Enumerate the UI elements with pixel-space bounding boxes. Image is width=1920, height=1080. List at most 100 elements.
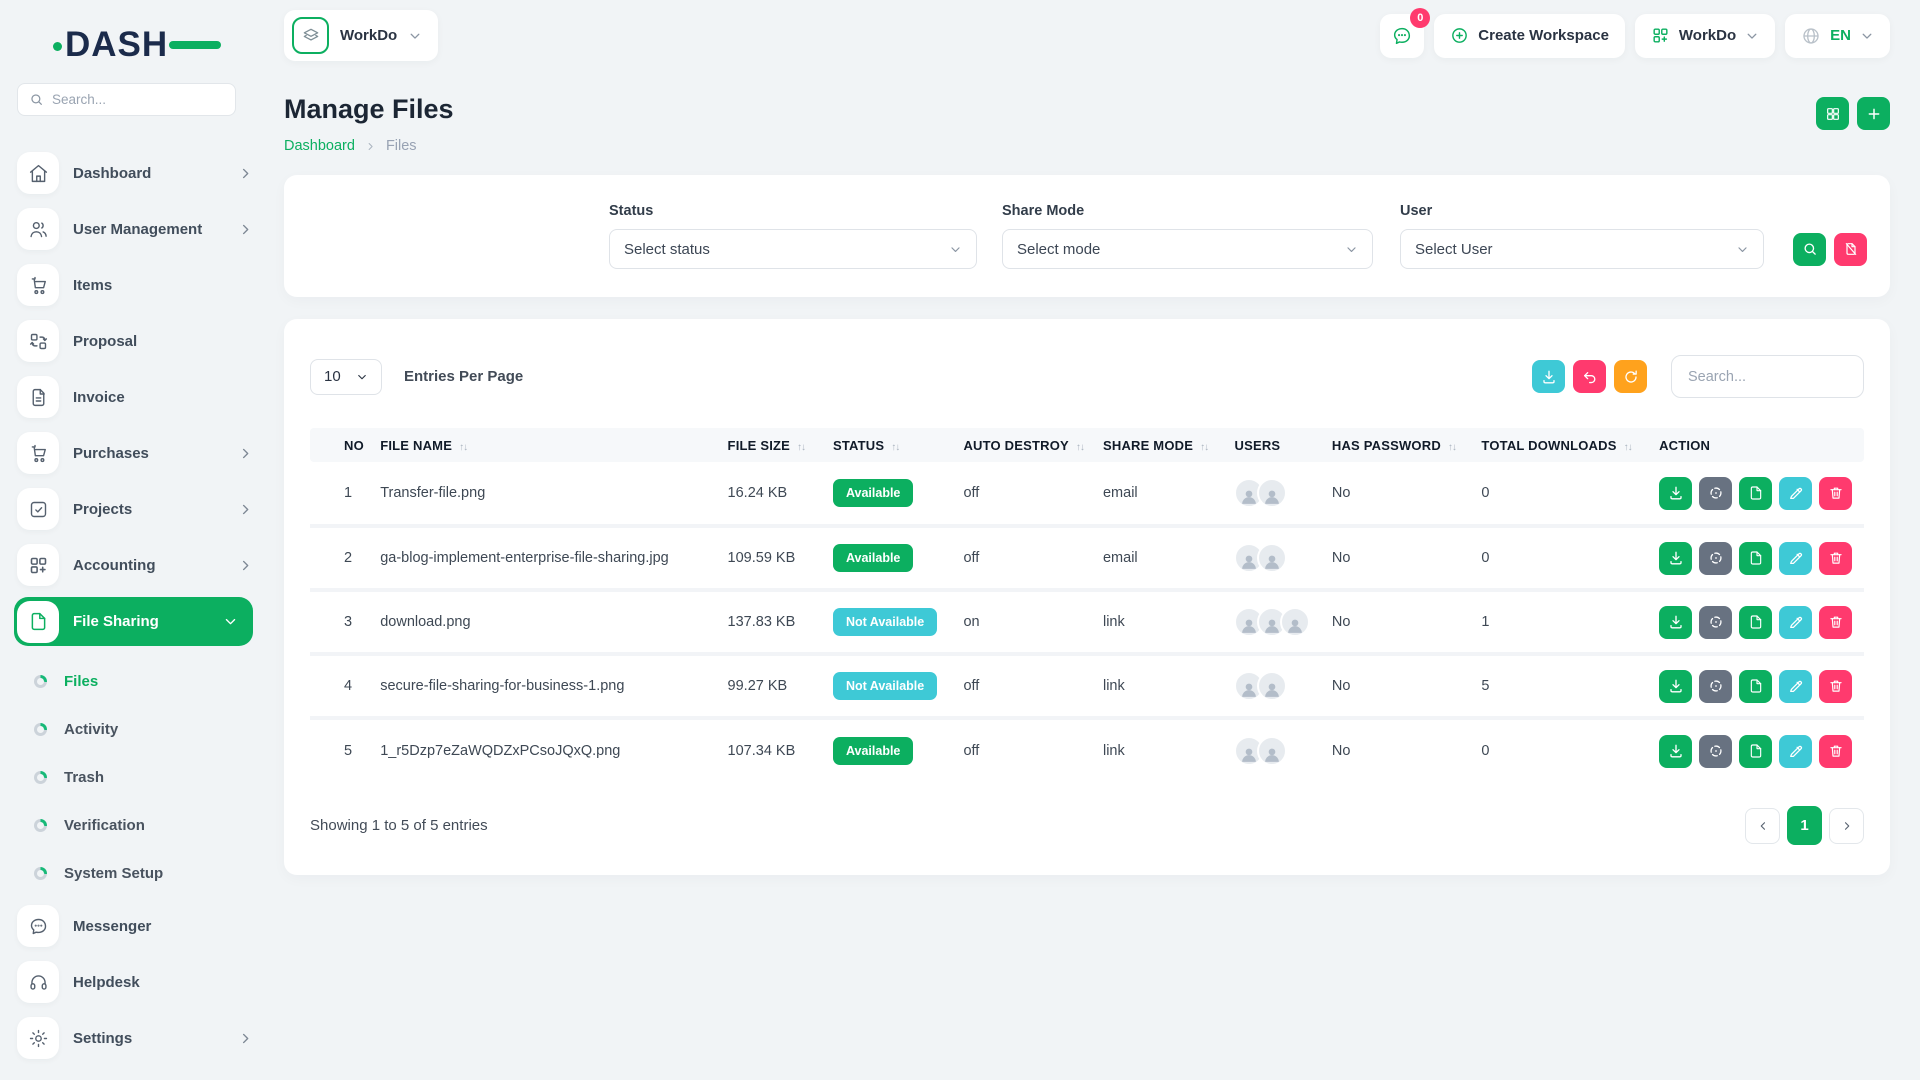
delete-file-button[interactable]: [1819, 735, 1852, 768]
sidebar-search-input[interactable]: [52, 92, 229, 107]
column-header-file-name[interactable]: FILE NAME↑↓: [370, 428, 717, 462]
workspace-selector[interactable]: WorkDo: [284, 10, 438, 61]
file-details-button[interactable]: [1739, 670, 1772, 703]
user-avatars: [1234, 543, 1321, 573]
file-details-button[interactable]: [1739, 735, 1772, 768]
table-footer: Showing 1 to 5 of 5 entries 1: [310, 806, 1864, 845]
file-details-button[interactable]: [1739, 542, 1772, 575]
create-workspace-button[interactable]: Create Workspace: [1434, 14, 1625, 58]
user-avatar: [1257, 543, 1287, 573]
column-header-auto-destroy[interactable]: AUTO DESTROY↑↓: [953, 428, 1093, 462]
chevron-down-icon: [408, 29, 422, 43]
move-file-button[interactable]: [1699, 542, 1732, 575]
file-icon: [17, 601, 59, 643]
chevron-right-icon: [238, 222, 253, 237]
file-details-button[interactable]: [1739, 606, 1772, 639]
chat-count-badge: 0: [1410, 8, 1430, 28]
share-mode: link: [1093, 590, 1225, 654]
move-file-button[interactable]: [1699, 477, 1732, 510]
language-selector[interactable]: EN: [1785, 14, 1890, 58]
sidebar-item-file-sharing[interactable]: File Sharing: [14, 597, 253, 646]
status-badge: Not Available: [833, 608, 937, 636]
user-filter-select[interactable]: Select User: [1400, 229, 1764, 269]
status-badge: Not Available: [833, 672, 937, 700]
share-mode-filter-select[interactable]: Select mode: [1002, 229, 1373, 269]
has-password: No: [1322, 590, 1472, 654]
file-size: 137.83 KB: [718, 590, 823, 654]
brand-logo[interactable]: DASH: [65, 27, 195, 63]
messenger-button[interactable]: 0: [1380, 14, 1424, 58]
share-mode-filter-label: Share Mode: [1002, 203, 1373, 219]
sidebar-subitem-system-setup[interactable]: System Setup: [17, 849, 253, 897]
previous-page-button[interactable]: [1745, 808, 1780, 844]
download-file-button[interactable]: [1659, 606, 1692, 639]
sidebar-item-user-management[interactable]: User Management: [17, 208, 253, 250]
breadcrumb-dashboard-link[interactable]: Dashboard: [284, 138, 355, 154]
move-file-button[interactable]: [1699, 606, 1732, 639]
sidebar-subitem-activity[interactable]: Activity: [17, 705, 253, 753]
download-file-button[interactable]: [1659, 477, 1692, 510]
add-file-button[interactable]: [1857, 97, 1890, 130]
download-file-button[interactable]: [1659, 735, 1692, 768]
sidebar-subitem-verification[interactable]: Verification: [17, 801, 253, 849]
column-header-total-downloads[interactable]: TOTAL DOWNLOADS↑↓: [1471, 428, 1649, 462]
sidebar-item-messenger[interactable]: Messenger: [17, 905, 253, 947]
has-password: No: [1322, 462, 1472, 526]
refresh-button[interactable]: [1614, 360, 1647, 393]
sidebar-subitem-label: Activity: [64, 721, 118, 738]
download-file-button[interactable]: [1659, 670, 1692, 703]
chevron-down-icon: [949, 243, 962, 256]
edit-file-button[interactable]: [1779, 670, 1812, 703]
user-avatar: [1280, 607, 1310, 637]
sidebar-item-dashboard[interactable]: Dashboard: [17, 152, 253, 194]
column-header-file-size[interactable]: FILE SIZE↑↓: [718, 428, 823, 462]
files-table: NOFILE NAME↑↓FILE SIZE↑↓STATUS↑↓AUTO DES…: [310, 428, 1864, 782]
sidebar-item-proposal[interactable]: Proposal: [17, 320, 253, 362]
table-search-input[interactable]: [1671, 355, 1864, 398]
move-file-button[interactable]: [1699, 670, 1732, 703]
next-page-button[interactable]: [1829, 808, 1864, 844]
auto-destroy: off: [953, 462, 1093, 526]
clear-filter-button[interactable]: [1834, 233, 1867, 266]
file-details-button[interactable]: [1739, 477, 1772, 510]
file-size: 109.59 KB: [718, 526, 823, 590]
workdo-menu-button[interactable]: WorkDo: [1635, 14, 1775, 58]
edit-file-button[interactable]: [1779, 477, 1812, 510]
sidebar-item-items[interactable]: Items: [17, 264, 253, 306]
undo-button[interactable]: [1573, 360, 1606, 393]
delete-file-button[interactable]: [1819, 670, 1852, 703]
delete-file-button[interactable]: [1819, 606, 1852, 639]
apply-filter-button[interactable]: [1793, 233, 1826, 266]
share-mode: email: [1093, 462, 1225, 526]
sidebar-subitem-trash[interactable]: Trash: [17, 753, 253, 801]
sidebar-item-invoice[interactable]: Invoice: [17, 376, 253, 418]
sidebar-item-settings[interactable]: Settings: [17, 1017, 253, 1059]
sidebar-item-label: File Sharing: [73, 613, 209, 630]
sidebar-subitem-files[interactable]: Files: [17, 657, 253, 705]
cart-icon: [17, 264, 59, 306]
grid-view-button[interactable]: [1816, 97, 1849, 130]
sidebar-item-label: Accounting: [73, 557, 224, 574]
entries-per-page-select[interactable]: 10: [310, 359, 382, 395]
column-header-has-password[interactable]: HAS PASSWORD↑↓: [1322, 428, 1472, 462]
export-button[interactable]: [1532, 360, 1565, 393]
column-header-status[interactable]: STATUS↑↓: [823, 428, 954, 462]
sidebar-item-helpdesk[interactable]: Helpdesk: [17, 961, 253, 1003]
column-header-share-mode[interactable]: SHARE MODE↑↓: [1093, 428, 1225, 462]
move-file-button[interactable]: [1699, 735, 1732, 768]
sidebar-item-projects[interactable]: Projects: [17, 488, 253, 530]
delete-file-button[interactable]: [1819, 542, 1852, 575]
edit-file-button[interactable]: [1779, 542, 1812, 575]
sidebar-item-purchases[interactable]: Purchases: [17, 432, 253, 474]
file-name: secure-file-sharing-for-business-1.png: [370, 654, 717, 718]
edit-file-button[interactable]: [1779, 735, 1812, 768]
file-size: 99.27 KB: [718, 654, 823, 718]
download-file-button[interactable]: [1659, 542, 1692, 575]
chat-icon: [1391, 25, 1413, 47]
status-filter-select[interactable]: Select status: [609, 229, 977, 269]
delete-file-button[interactable]: [1819, 477, 1852, 510]
page-1-button[interactable]: 1: [1787, 806, 1822, 845]
sidebar-item-accounting[interactable]: Accounting: [17, 544, 253, 586]
check-square-icon: [17, 488, 59, 530]
edit-file-button[interactable]: [1779, 606, 1812, 639]
